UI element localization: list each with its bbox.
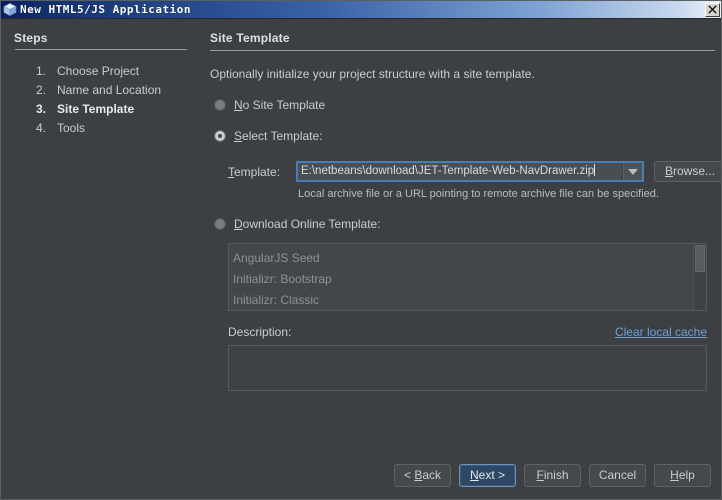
online-template-list-items: AngularJS Seed Initializr: Bootstrap Ini… [229, 244, 693, 310]
back-button-prefix: < [403, 468, 415, 482]
step-label: Name and Location [57, 83, 162, 97]
step-number: 4. [36, 121, 47, 135]
radio-row-download-online-template[interactable]: Download Online Template: [214, 217, 715, 231]
back-button[interactable]: < Back [394, 464, 451, 487]
steps-heading: Steps [14, 31, 48, 45]
mnemonic-letter: N [469, 468, 479, 482]
clear-local-cache-link[interactable]: Clear local cache [615, 325, 707, 339]
next-button[interactable]: Next > [459, 464, 516, 487]
chevron-down-icon[interactable] [623, 163, 642, 180]
radio-download-online-template[interactable] [214, 218, 226, 230]
step-item-name-and-location: 2. Name and Location [36, 81, 190, 100]
radio-row-no-site-template[interactable]: No Site Template [214, 98, 715, 112]
browse-button[interactable]: Browse... [654, 161, 721, 182]
radio-row-select-template[interactable]: Select Template: [214, 129, 715, 143]
help-button[interactable]: Help [654, 464, 711, 487]
cancel-button-text: Cancel [598, 468, 637, 482]
title-divider [210, 50, 715, 51]
chevron-down-glyph [628, 168, 638, 175]
page-title: Site Template [210, 31, 290, 45]
template-label: Template: [228, 165, 296, 179]
scrollbar-thumb[interactable] [695, 245, 705, 272]
steps-panel: Steps 1. Choose Project 2. Name and Loca… [1, 19, 200, 499]
step-number: 1. [36, 64, 47, 78]
close-icon[interactable] [705, 2, 720, 17]
intro-text: Optionally initialize your project struc… [210, 67, 535, 81]
cube-icon [3, 3, 17, 16]
mnemonic-letter: S [234, 129, 243, 143]
radio-label-text: elect Template: [242, 129, 323, 143]
step-label: Site Template [57, 102, 135, 116]
radio-label-download-online-template[interactable]: Download Online Template: [234, 217, 381, 231]
mnemonic-letter: D [234, 217, 243, 231]
step-number: 3. [36, 102, 47, 116]
radio-label-no-site-template[interactable]: No Site Template [234, 98, 325, 112]
text-caret [594, 164, 596, 176]
template-input[interactable]: E:\netbeans\download\JET-Template-Web-Na… [298, 163, 623, 180]
template-input-value: E:\netbeans\download\JET-Template-Web-Na… [301, 165, 595, 177]
list-item[interactable]: Initializr: Bootstrap [233, 269, 693, 290]
finish-button-text: inish [543, 468, 569, 482]
list-scrollbar[interactable] [693, 244, 706, 310]
description-textarea[interactable] [228, 345, 707, 391]
mnemonic-letter: N [234, 98, 243, 112]
browse-button-text: rowse... [673, 164, 716, 178]
back-button-text: ack [422, 468, 442, 482]
dialog-button-bar: < Back Next > Finish Cancel Help [394, 464, 711, 487]
template-combobox[interactable]: E:\netbeans\download\JET-Template-Web-Na… [296, 161, 644, 182]
radio-label-text: o Site Template [242, 98, 326, 112]
description-label: Description: [228, 325, 292, 339]
list-item[interactable]: AngularJS Seed [233, 248, 693, 269]
step-item-site-template: 3. Site Template [36, 100, 190, 119]
step-number: 2. [36, 83, 47, 97]
step-item-choose-project: 1. Choose Project [36, 62, 190, 81]
finish-button[interactable]: Finish [524, 464, 581, 487]
radio-no-site-template[interactable] [214, 99, 226, 111]
template-label-text: emplate: [234, 164, 281, 179]
online-template-list[interactable]: AngularJS Seed Initializr: Bootstrap Ini… [228, 243, 707, 311]
list-item[interactable]: Initializr: Classic [233, 290, 693, 310]
template-hint: Local archive file or a URL pointing to … [298, 188, 659, 200]
step-item-tools: 4. Tools [36, 119, 190, 138]
radio-label-text: ownload Online Template: [242, 217, 381, 231]
cancel-button[interactable]: Cancel [589, 464, 646, 487]
step-label: Tools [57, 121, 86, 135]
mnemonic-letter: F [536, 468, 544, 482]
title-bar: New HTML5/JS Application [1, 1, 721, 19]
step-label: Choose Project [57, 64, 140, 78]
mnemonic-letter: H [670, 468, 679, 482]
radio-select-template[interactable] [214, 130, 226, 142]
next-button-text: ext > [478, 468, 506, 482]
description-row: Description: Clear local cache [228, 325, 707, 339]
steps-divider [15, 49, 187, 50]
new-html5-js-application-dialog: New HTML5/JS Application Steps 1. Choose… [0, 0, 722, 500]
radio-label-select-template[interactable]: Select Template: [234, 129, 323, 143]
help-button-text: elp [678, 468, 695, 482]
main-panel: Site Template Optionally initialize your… [201, 19, 721, 499]
mnemonic-letter: B [665, 164, 674, 178]
template-row: Template: E:\netbeans\download\JET-Templ… [228, 161, 721, 182]
window-title: New HTML5/JS Application [20, 3, 191, 16]
